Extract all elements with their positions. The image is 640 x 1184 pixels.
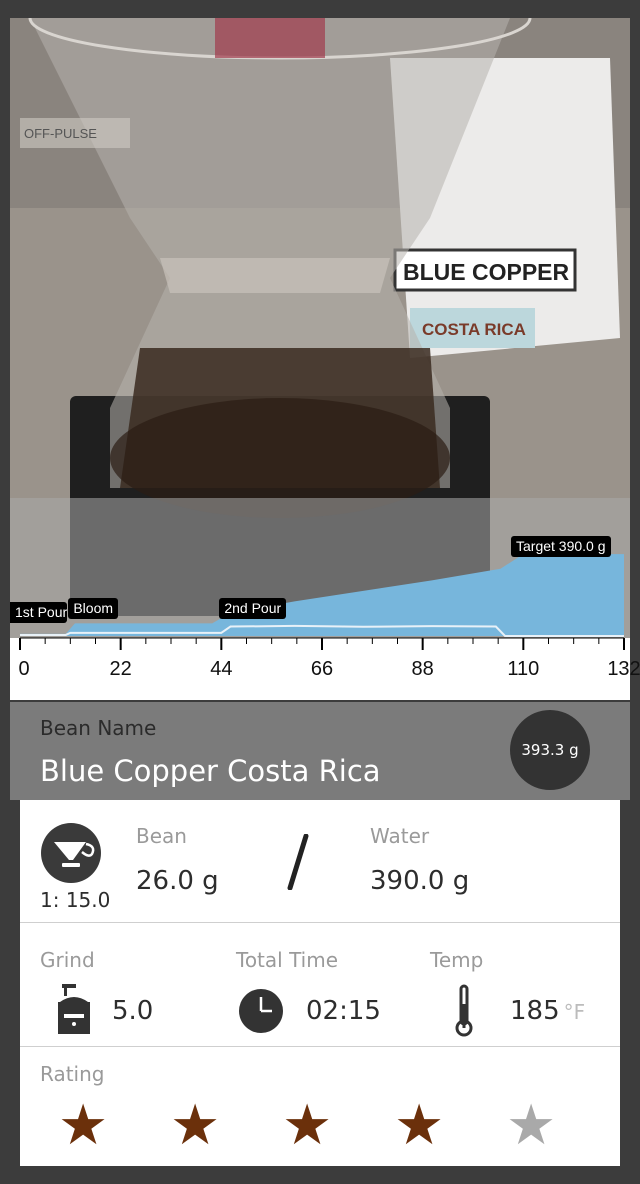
clock-icon [239,989,283,1033]
chart-annotation-bloom: Bloom [68,598,119,619]
target-label: Target 390.0 g [511,536,611,557]
grind-value[interactable]: 5.0 [112,996,153,1026]
bean-name-value: Blue Copper Costa Rica [40,754,381,788]
water-label: Water [370,824,430,848]
grind-label: Grind [40,948,95,972]
x-tick-label: 132 [607,658,640,680]
ratio-slash-icon [287,834,309,890]
chart-annotation-2nd-pour: 2nd Pour [219,598,287,619]
rating-label: Rating [40,1062,105,1086]
bean-name-bar[interactable]: Bean Name Blue Copper Costa Rica 393.3 g [10,702,630,800]
total-time-label: Total Time [236,948,339,972]
thermometer-icon [455,984,473,1037]
x-tick-label: 44 [210,658,233,680]
bean-name-label: Bean Name [40,716,157,740]
total-time-value[interactable]: 02:15 [306,996,381,1026]
x-tick-label: 22 [109,658,132,680]
x-tick-label: 0 [18,658,30,680]
ratio-value: 1: 15.0 [40,888,111,912]
coffee-grinder-icon [58,984,90,1034]
bean-weight-value[interactable]: 26.0 g [136,866,219,896]
x-tick-label: 66 [310,658,334,680]
target-area [20,554,624,636]
star-icon[interactable]: ★ [170,1098,220,1154]
current-weight-badge: 393.3 g [510,710,590,790]
temp-value[interactable]: 185 °F [510,996,585,1026]
temp-number: 185 [510,996,560,1026]
water-value[interactable]: 390.0 g [370,866,469,896]
star-icon[interactable]: ★ [58,1098,108,1154]
star-icon[interactable]: ★ [506,1098,556,1154]
temp-unit: °F [563,1000,586,1024]
bag-origin-text: COSTA RICA [422,320,526,339]
temp-label: Temp [430,948,484,972]
x-tick-label: 88 [411,658,434,680]
star-icon[interactable]: ★ [394,1098,444,1154]
scale-label-text: OFF-PULSE [24,126,97,141]
star-icon[interactable]: ★ [282,1098,332,1154]
bag-brand-text: BLUE COPPER [403,259,570,285]
x-tick-label: 110 [507,658,540,680]
pour-over-dripper-icon [41,823,101,883]
divider [20,1046,620,1047]
bean-weight-label: Bean [136,824,187,848]
divider [20,922,620,923]
brew-details-card: 1: 15.0 Bean 26.0 g Water 390.0 g Grind … [20,800,620,1166]
chart-annotation-1st-pour: 1st Pour [10,602,67,623]
